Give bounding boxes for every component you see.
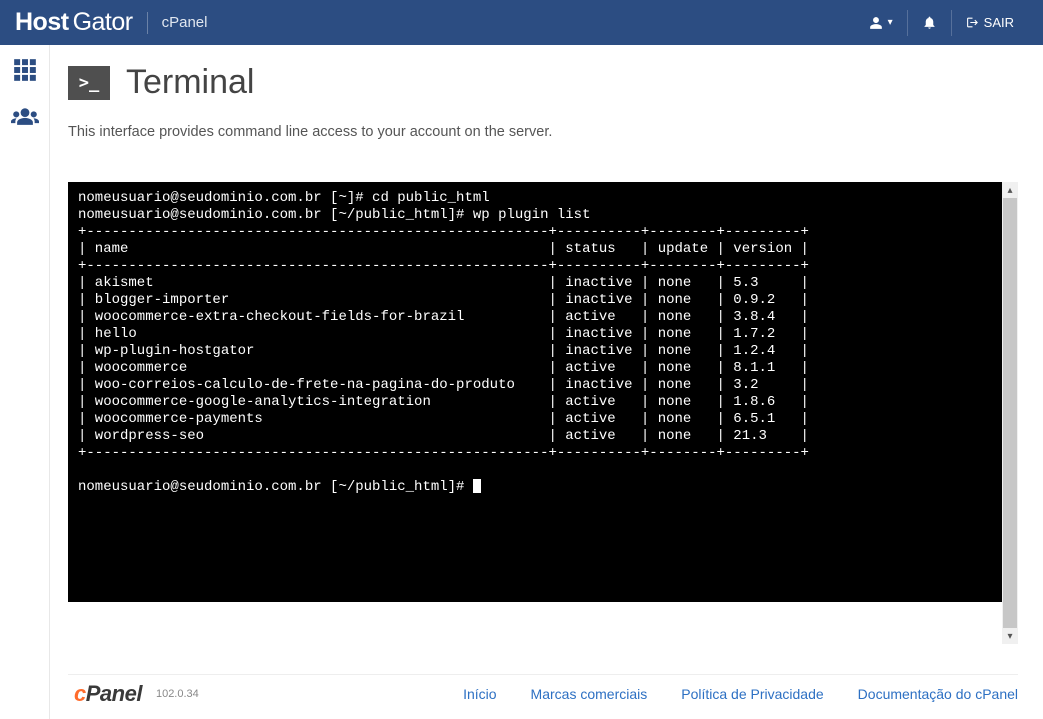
page-title: Terminal bbox=[126, 63, 254, 102]
terminal-console[interactable]: nomeusuario@seudominio.com.br [~]# cd pu… bbox=[68, 182, 1018, 602]
logout-label: SAIR bbox=[984, 15, 1014, 30]
header-subtitle[interactable]: cPanel bbox=[162, 14, 208, 31]
page-description: This interface provides command line acc… bbox=[68, 124, 1018, 140]
footer-link-home[interactable]: Início bbox=[463, 686, 496, 702]
bell-icon bbox=[922, 15, 937, 30]
chevron-down-icon: ▾ bbox=[888, 17, 893, 28]
scroll-track[interactable] bbox=[1002, 198, 1018, 628]
notifications-button[interactable] bbox=[908, 0, 951, 45]
user-icon bbox=[869, 16, 883, 30]
header-divider bbox=[147, 12, 148, 34]
users-icon[interactable] bbox=[11, 106, 39, 133]
terminal-scrollbar[interactable]: ▴ ▾ bbox=[1002, 182, 1018, 644]
scroll-up-button[interactable]: ▴ bbox=[1002, 182, 1018, 198]
logo-text-a: Host bbox=[15, 8, 69, 37]
user-menu-button[interactable]: ▾ bbox=[855, 0, 907, 45]
footer-link-privacy[interactable]: Política de Privacidade bbox=[681, 686, 823, 702]
left-sidebar bbox=[0, 45, 50, 719]
apps-grid-icon[interactable] bbox=[12, 57, 38, 88]
top-header: HostGator cPanel ▾ SAIR bbox=[0, 0, 1043, 45]
hostgator-logo[interactable]: HostGator bbox=[15, 8, 133, 37]
logo-text-b: Gator bbox=[73, 8, 133, 37]
logout-button[interactable]: SAIR bbox=[952, 0, 1028, 45]
main-content: >_ Terminal This interface provides comm… bbox=[50, 45, 1043, 719]
version-label: 102.0.34 bbox=[156, 688, 199, 700]
footer-link-docs[interactable]: Documentação do cPanel bbox=[858, 686, 1018, 702]
cpanel-logo[interactable]: cPanel bbox=[74, 681, 142, 707]
logout-icon bbox=[966, 16, 979, 29]
scroll-down-button[interactable]: ▾ bbox=[1002, 628, 1018, 644]
terminal-icon: >_ bbox=[68, 66, 110, 100]
scroll-thumb[interactable] bbox=[1003, 198, 1017, 628]
page-footer: cPanel 102.0.34 Início Marcas comerciais… bbox=[68, 674, 1018, 719]
footer-link-trademarks[interactable]: Marcas comerciais bbox=[531, 686, 648, 702]
